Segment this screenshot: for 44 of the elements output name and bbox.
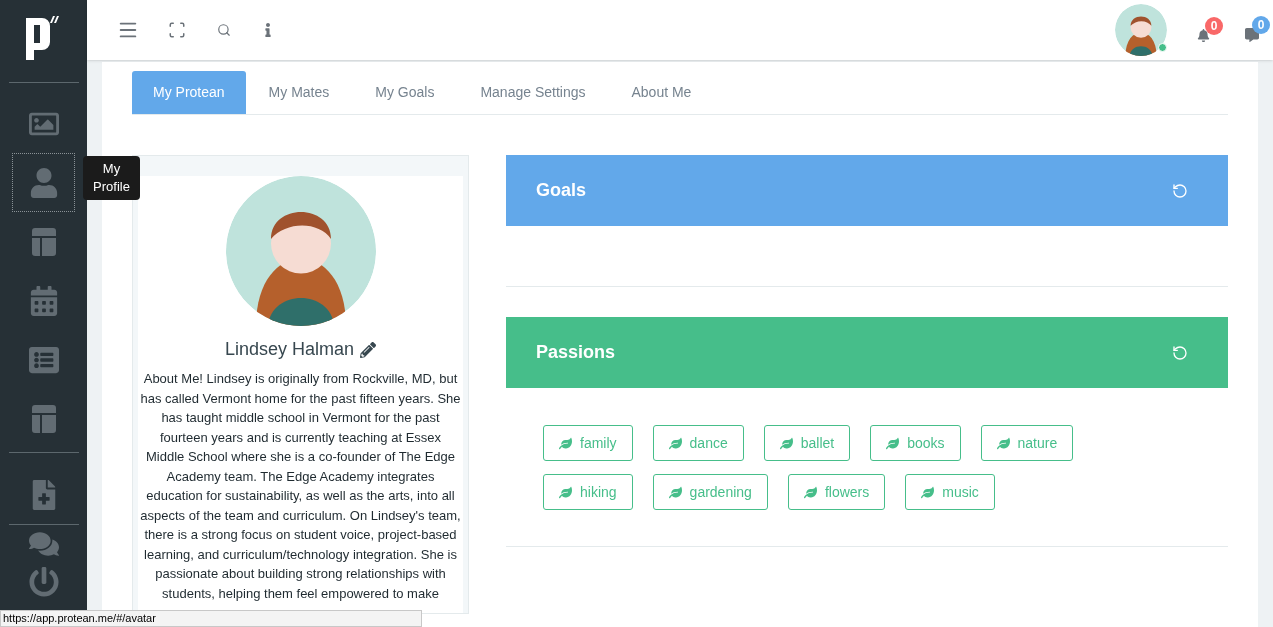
panel-title: Passions (536, 341, 616, 364)
passion-tag[interactable]: flowers (787, 474, 886, 510)
power-icon (28, 567, 59, 597)
leaf-icon (779, 436, 793, 450)
leaf-icon (668, 436, 682, 450)
profile-bio: About Me! Lindsey is originally from Rockville, MD, but has called Vermont home for the past fifteen years. She has taught middle school in Vermont for the past fourteen years and is currently teaching at Essex Middle School where she is a co-founder of The Edge Academy team. The Edge Academy integrates education for sustainability, as well as the arts, into all aspects of the team and curriculum. On Lindsey's team, there is a strong focus on student voice, project-based learning, and curriculum/technology integration. She is passionate about building strong relationships with students, helping them feel empowered to make (139, 370, 462, 603)
passion-tag[interactable]: ballet (763, 425, 851, 461)
passion-tag[interactable]: music (905, 474, 995, 510)
leaf-icon (559, 436, 572, 450)
bell-icon[interactable] (1197, 28, 1210, 42)
tab[interactable]: My Mates (245, 71, 353, 114)
refresh-icon[interactable] (1172, 182, 1188, 199)
sidebar-item[interactable] (12, 153, 75, 212)
status-bar: https://app.protean.me/#/avatar (0, 610, 422, 627)
leaf-icon (886, 436, 900, 450)
message-count: 0 (1252, 16, 1270, 34)
search-icon[interactable] (217, 23, 231, 37)
tab[interactable]: Manage Settings (457, 71, 609, 114)
tab[interactable]: My Goals (352, 71, 458, 114)
tab[interactable]: About Me (608, 71, 715, 114)
leaf-icon (803, 485, 817, 499)
leaf-icon (668, 485, 682, 499)
passion-tag[interactable]: hiking (543, 474, 633, 510)
leaf-icon (559, 485, 572, 499)
edit-icon[interactable] (360, 341, 377, 358)
passion-tag[interactable]: dance (652, 425, 744, 461)
passion-tag[interactable]: nature (980, 425, 1074, 461)
list-icon (28, 344, 59, 375)
calendar-icon (28, 285, 59, 316)
profile-name: Lindsey Halman (224, 338, 355, 361)
leaf-icon (921, 485, 935, 499)
user-icon (28, 167, 59, 198)
chat-icon (28, 529, 59, 559)
leaf-icon (996, 436, 1010, 450)
notification-count: 0 (1205, 16, 1223, 35)
passion-tag[interactable]: gardening (652, 474, 768, 510)
tooltip: My Profile (83, 156, 140, 200)
panel-title: Goals (536, 179, 587, 202)
passion-tag[interactable]: books (870, 425, 961, 461)
user-avatar (1115, 4, 1167, 56)
passion-tag[interactable]: family (543, 425, 633, 461)
fullscreen-icon[interactable] (168, 21, 186, 39)
refresh-icon[interactable] (1172, 344, 1188, 361)
tab[interactable]: My Protean (132, 71, 246, 114)
